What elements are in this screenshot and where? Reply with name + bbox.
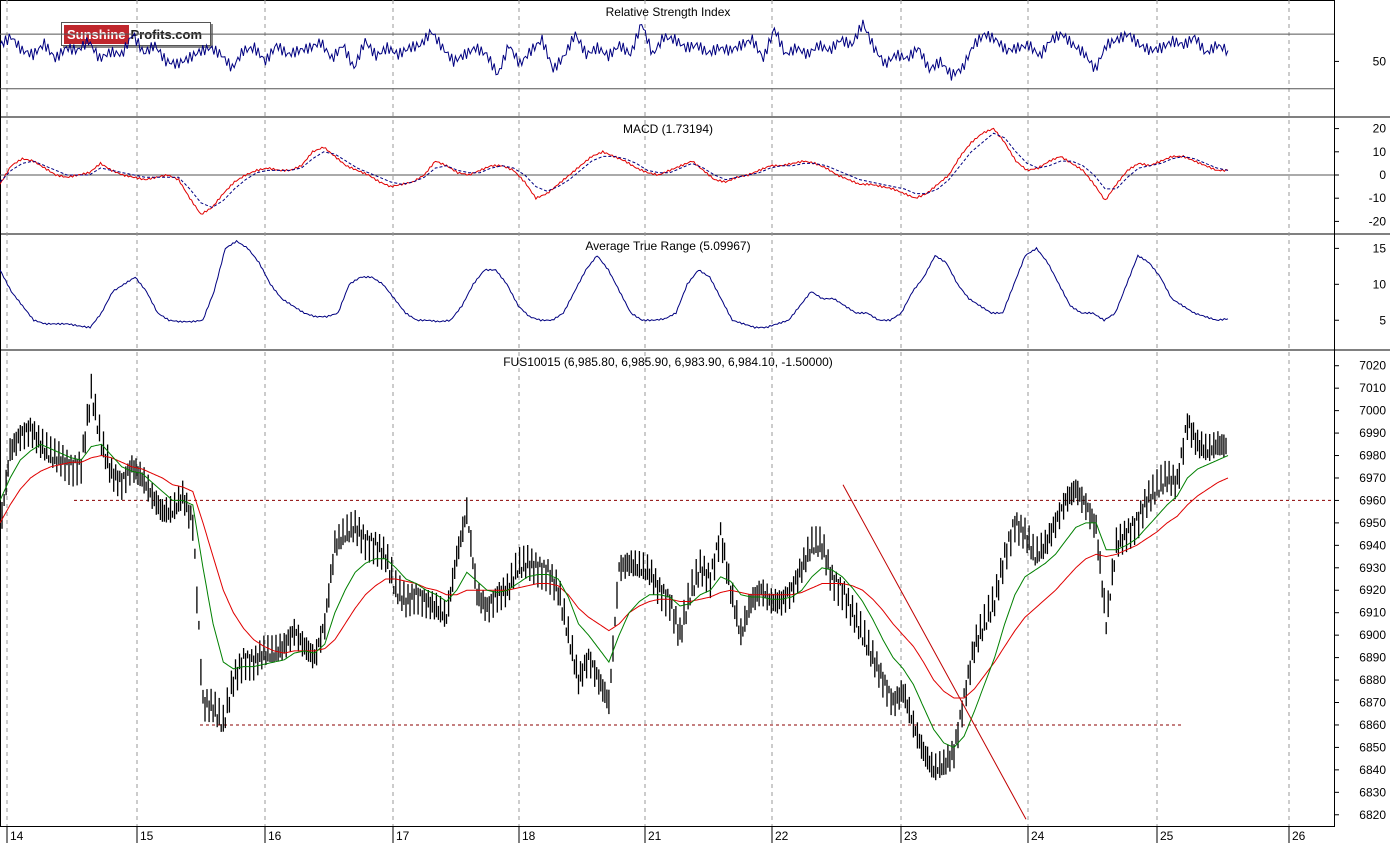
- chart-canvas: Relative Strength Index50MACD (1.73194) 2…: [0, 0, 1390, 843]
- y-tick-label: 6970: [1359, 471, 1386, 485]
- y-tick-label: 6940: [1359, 538, 1386, 552]
- x-day-label: 17: [396, 829, 410, 843]
- x-day-label: 25: [1160, 829, 1174, 843]
- y-tick-label: 15: [1373, 241, 1387, 255]
- y-tick-label: 7000: [1359, 404, 1386, 418]
- y-tick-label: 6980: [1359, 449, 1386, 463]
- rsi-line: [0, 19, 1229, 81]
- y-tick-label: 6840: [1359, 763, 1386, 777]
- y-tick-label: 6890: [1359, 651, 1386, 665]
- y-tick-label: 0: [1379, 168, 1386, 182]
- y-tick-label: 7010: [1359, 381, 1386, 395]
- y-tick-label: 50: [1373, 54, 1387, 68]
- y-tick-label: 6820: [1359, 808, 1386, 822]
- slow-moving-average: [0, 454, 1229, 699]
- y-tick-label: 20: [1373, 122, 1387, 136]
- macd-signal-line: [0, 132, 1229, 209]
- panel-title: Average True Range (5.09967): [585, 239, 750, 253]
- panel-title: FUS10015 (6,985.80, 6,985.90, 6,983.90, …: [503, 355, 833, 369]
- y-tick-label: 6900: [1359, 628, 1386, 642]
- y-tick-label: 6860: [1359, 718, 1386, 732]
- y-tick-label: 6880: [1359, 673, 1386, 687]
- y-tick-label: 6830: [1359, 785, 1386, 799]
- y-tick-label: 10: [1373, 277, 1387, 291]
- macd-line: [0, 127, 1229, 215]
- y-tick-label: -20: [1369, 214, 1387, 228]
- y-tick-label: 6910: [1359, 606, 1386, 620]
- y-tick-label: 5: [1379, 313, 1386, 327]
- fast-moving-average: [0, 443, 1229, 748]
- y-tick-label: 7020: [1359, 359, 1386, 373]
- x-day-label: 14: [10, 829, 24, 843]
- x-day-label: 18: [522, 829, 536, 843]
- y-tick-label: 6850: [1359, 740, 1386, 754]
- y-tick-label: -10: [1369, 191, 1387, 205]
- x-day-label: 26: [1292, 829, 1306, 843]
- atr-line: [0, 239, 1229, 329]
- y-tick-label: 6950: [1359, 516, 1386, 530]
- x-day-label: 23: [904, 829, 918, 843]
- y-tick-label: 6960: [1359, 493, 1386, 507]
- x-day-label: 24: [1031, 829, 1045, 843]
- y-tick-label: 6920: [1359, 583, 1386, 597]
- y-tick-label: 6930: [1359, 561, 1386, 575]
- y-tick-label: 10: [1373, 145, 1387, 159]
- y-tick-label: 6870: [1359, 696, 1386, 710]
- x-day-label: 21: [648, 829, 662, 843]
- x-day-label: 15: [140, 829, 154, 843]
- x-day-label: 22: [775, 829, 789, 843]
- x-day-label: 16: [268, 829, 282, 843]
- y-tick-label: 6990: [1359, 426, 1386, 440]
- panel-title: MACD (1.73194): [623, 122, 713, 136]
- panel-title: Relative Strength Index: [606, 5, 731, 19]
